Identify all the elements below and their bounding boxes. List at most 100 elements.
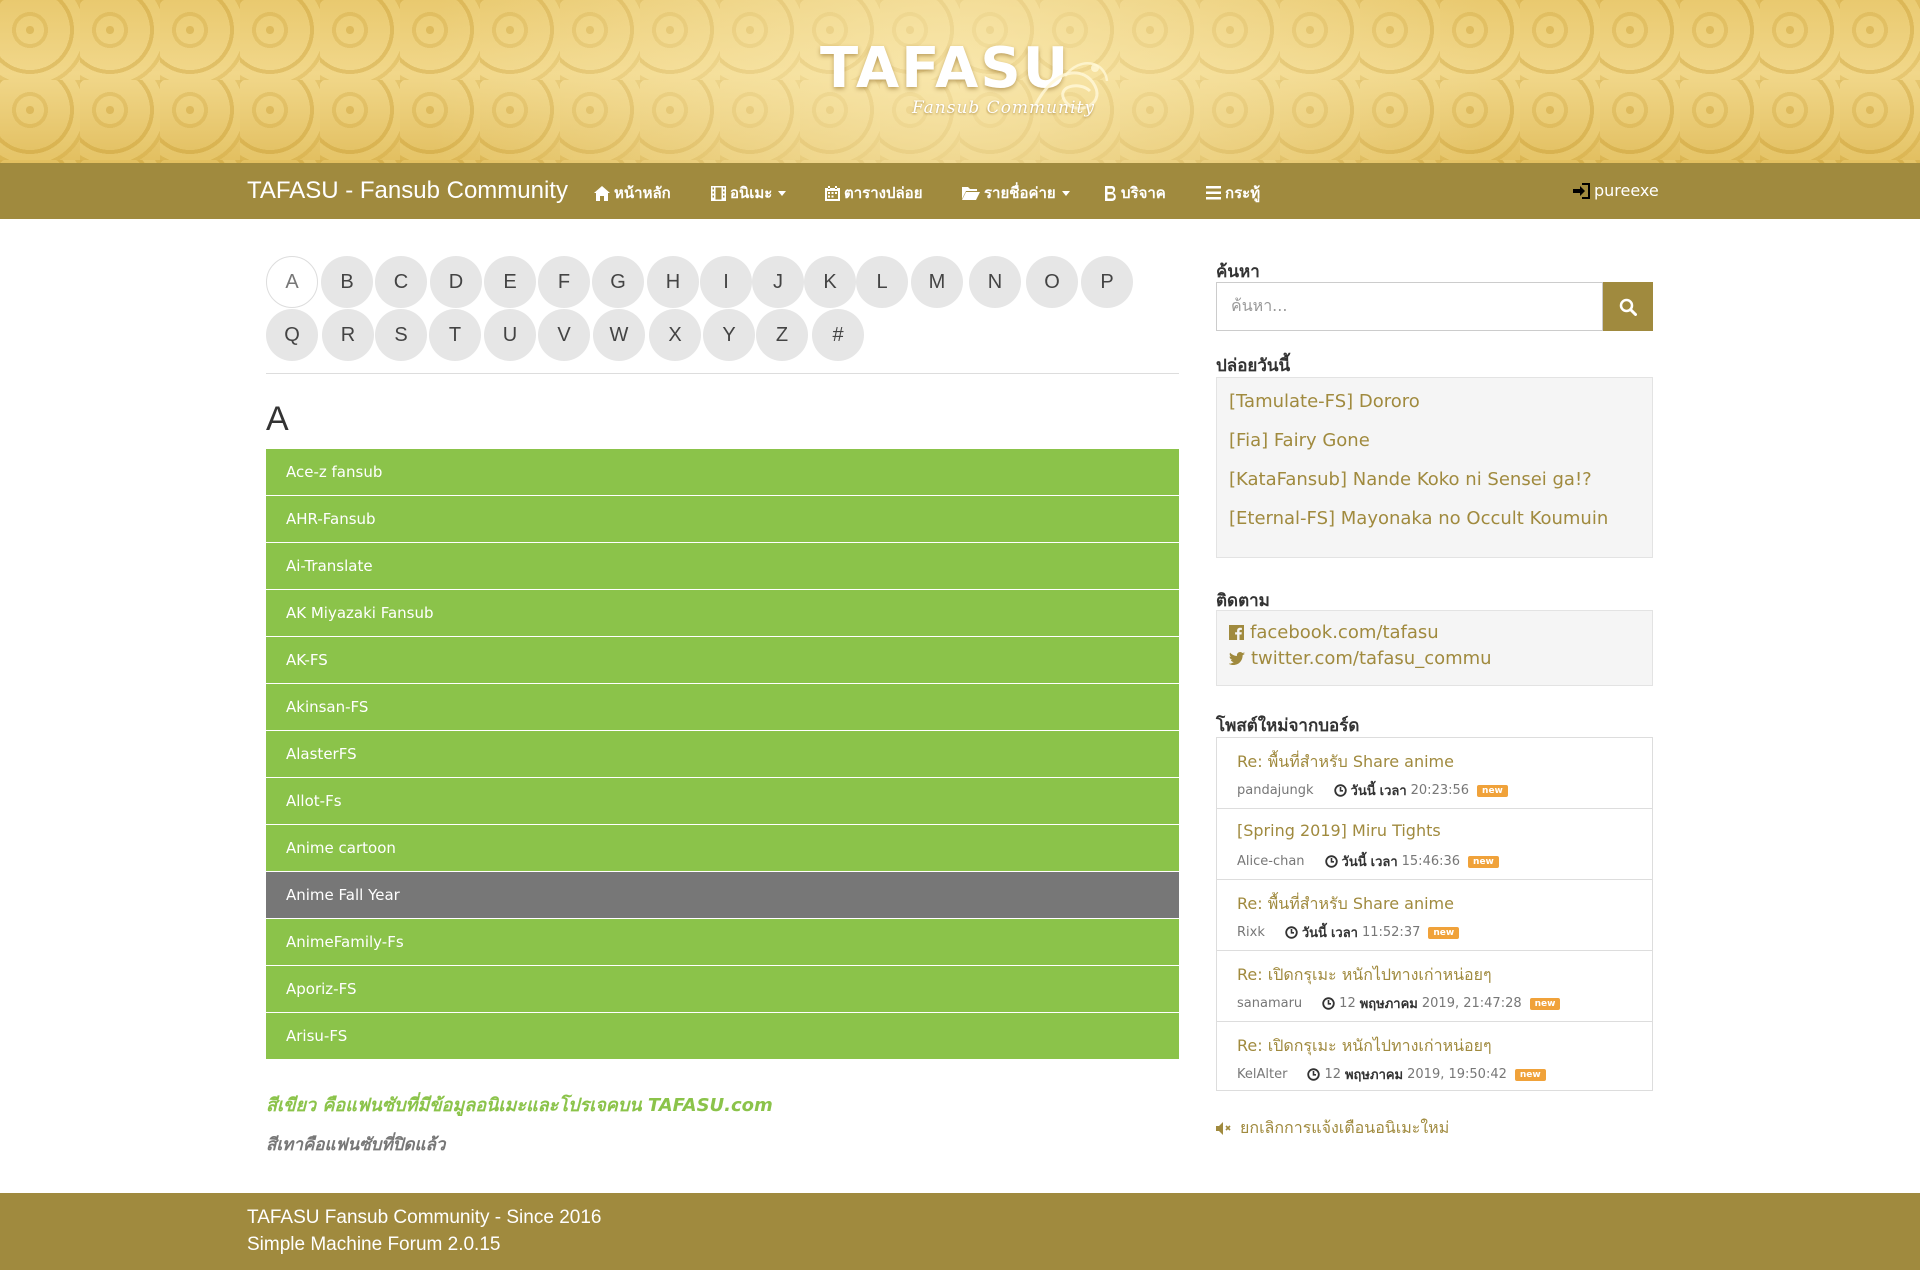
nav-donate[interactable]: บริจาค bbox=[1104, 181, 1166, 205]
navbar: TAFASU - Fansub Community หน้าหลัก อนิเม… bbox=[0, 163, 1920, 219]
letter-m[interactable]: M bbox=[911, 256, 963, 308]
post-meta: sanamaru 12 พฤษภาคม 2019, 21:47:28 new bbox=[1237, 993, 1561, 1014]
post-time: วันนี้ เวลา 20:23:56 new bbox=[1333, 780, 1508, 801]
letter-n[interactable]: N bbox=[969, 256, 1021, 308]
search-heading: ค้นหา bbox=[1216, 262, 1260, 282]
letter-w[interactable]: W bbox=[593, 309, 645, 361]
clock-icon bbox=[1322, 997, 1335, 1010]
post-author[interactable]: sanamaru bbox=[1237, 996, 1302, 1011]
list-item[interactable]: AK Miyazaki Fansub bbox=[266, 590, 1179, 637]
post-title-link[interactable]: Re: เปิดกรุเมะ หนักไปทางเก่าหน่อยๆ bbox=[1237, 1034, 1492, 1059]
post-title-link[interactable]: [Spring 2019] Miru Tights bbox=[1237, 821, 1441, 840]
mute-notifications-link[interactable]: ยกเลิกการแจ้งเตือนอนิเมะใหม่ bbox=[1216, 1116, 1449, 1141]
post-item: Re: เปิดกรุเมะ หนักไปทางเก่าหน่อยๆ KelAl… bbox=[1217, 1022, 1652, 1093]
list-item[interactable]: Ace-z fansub bbox=[266, 449, 1179, 496]
header-banner: TAFASU Fansub Community bbox=[0, 0, 1920, 163]
letter-d[interactable]: D bbox=[430, 256, 482, 308]
release-link[interactable]: [Fia] Fairy Gone bbox=[1229, 430, 1370, 451]
clock-icon bbox=[1333, 784, 1347, 797]
letter-hash[interactable]: # bbox=[812, 309, 864, 361]
post-date-prefix: วันนี้ bbox=[1350, 784, 1376, 799]
letter-r[interactable]: R bbox=[322, 309, 374, 361]
post-date-word: พฤษภาคม bbox=[1359, 997, 1418, 1012]
footer-line-1: TAFASU Fansub Community - Since 2016 bbox=[247, 1207, 602, 1228]
calendar-icon bbox=[825, 185, 840, 201]
nav-home[interactable]: หน้าหลัก bbox=[594, 181, 671, 205]
letter-s[interactable]: S bbox=[375, 309, 427, 361]
nav-groups[interactable]: รายชื่อค่าย bbox=[962, 181, 1070, 205]
letter-i[interactable]: I bbox=[700, 256, 752, 308]
letter-l[interactable]: L bbox=[856, 256, 908, 308]
letter-a[interactable]: A bbox=[266, 256, 318, 308]
nav-schedule[interactable]: ตารางปล่อย bbox=[825, 181, 922, 205]
user-login-link[interactable]: pureexe bbox=[1573, 181, 1659, 200]
post-time: วันนี้ เวลา 15:46:36 new bbox=[1324, 851, 1499, 872]
letter-z[interactable]: Z bbox=[756, 309, 808, 361]
post-author[interactable]: Rixk bbox=[1237, 925, 1265, 940]
post-author[interactable]: pandajungk bbox=[1237, 783, 1314, 798]
nav-forum[interactable]: กระทู้ bbox=[1206, 181, 1260, 205]
letter-o[interactable]: O bbox=[1026, 256, 1078, 308]
site-logo[interactable]: TAFASU Fansub Community bbox=[820, 36, 1120, 136]
post-time: วันนี้ เวลา 11:52:37 new bbox=[1285, 922, 1460, 943]
chevron-down-icon bbox=[778, 190, 787, 196]
post-item: Re: พื้นที่สำหรับ Share anime pandajungk… bbox=[1217, 738, 1652, 809]
post-time: 12 พฤษภาคม 2019, 19:50:42 new bbox=[1307, 1064, 1546, 1085]
letter-j[interactable]: J bbox=[752, 256, 804, 308]
post-title-link[interactable]: Re: พื้นที่สำหรับ Share anime bbox=[1237, 750, 1454, 775]
post-title-link[interactable]: Re: พื้นที่สำหรับ Share anime bbox=[1237, 892, 1454, 917]
letter-t[interactable]: T bbox=[429, 309, 481, 361]
post-item: Re: เปิดกรุเมะ หนักไปทางเก่าหน่อยๆ sanam… bbox=[1217, 951, 1652, 1022]
new-badge: new bbox=[1514, 1068, 1546, 1081]
post-date-word: เวลา bbox=[1370, 855, 1398, 870]
letter-e[interactable]: E bbox=[484, 256, 536, 308]
list-item[interactable]: Aporiz-FS bbox=[266, 966, 1179, 1013]
footer-line-2: Simple Machine Forum 2.0.15 bbox=[247, 1234, 501, 1255]
post-author[interactable]: KelAlter bbox=[1237, 1067, 1287, 1082]
list-item-closed[interactable]: Anime Fall Year bbox=[266, 872, 1179, 919]
letter-h[interactable]: H bbox=[647, 256, 699, 308]
list-item[interactable]: Akinsan-FS bbox=[266, 684, 1179, 731]
facebook-icon bbox=[1229, 625, 1244, 640]
letter-q[interactable]: Q bbox=[266, 309, 318, 361]
letter-g[interactable]: G bbox=[592, 256, 644, 308]
letter-v[interactable]: V bbox=[538, 309, 590, 361]
list-item[interactable]: AHR-Fansub bbox=[266, 496, 1179, 543]
letter-c[interactable]: C bbox=[375, 256, 427, 308]
facebook-label: facebook.com/tafasu bbox=[1250, 622, 1439, 643]
post-date-prefix: 12 bbox=[1339, 996, 1356, 1011]
list-item[interactable]: AnimeFamily-Fs bbox=[266, 919, 1179, 966]
twitter-link[interactable]: twitter.com/tafasu_commu bbox=[1229, 648, 1492, 669]
post-author[interactable]: Alice-chan bbox=[1237, 854, 1305, 869]
list-item[interactable]: Anime cartoon bbox=[266, 825, 1179, 872]
facebook-link[interactable]: facebook.com/tafasu bbox=[1229, 622, 1439, 643]
release-link[interactable]: [Tamulate-FS] Dororo bbox=[1229, 391, 1420, 412]
list-item[interactable]: Ai-Translate bbox=[266, 543, 1179, 590]
posts-heading: โพสต์ใหม่จากบอร์ด bbox=[1216, 716, 1360, 736]
letter-f[interactable]: F bbox=[538, 256, 590, 308]
twitter-icon bbox=[1229, 652, 1245, 665]
list-item[interactable]: Allot-Fs bbox=[266, 778, 1179, 825]
post-time-value: 15:46:36 bbox=[1401, 854, 1461, 869]
post-title-link[interactable]: Re: เปิดกรุเมะ หนักไปทางเก่าหน่อยๆ bbox=[1237, 963, 1492, 988]
letter-y[interactable]: Y bbox=[703, 309, 755, 361]
release-link[interactable]: [Eternal-FS] Mayonaka no Occult Koumuin bbox=[1229, 508, 1608, 529]
release-link[interactable]: [KataFansub] Nande Koko ni Sensei ga!? bbox=[1229, 469, 1592, 490]
letter-x[interactable]: X bbox=[649, 309, 701, 361]
list-item[interactable]: Arisu-FS bbox=[266, 1013, 1179, 1060]
nav-schedule-label: ตารางปล่อย bbox=[844, 184, 923, 202]
search-button[interactable] bbox=[1603, 282, 1653, 331]
nav-anime[interactable]: อนิเมะ bbox=[711, 181, 787, 205]
navbar-brand[interactable]: TAFASU - Fansub Community bbox=[247, 177, 568, 205]
new-badge: new bbox=[1428, 926, 1460, 939]
nav-groups-label: รายชื่อค่าย bbox=[984, 184, 1056, 202]
letter-k[interactable]: K bbox=[804, 256, 856, 308]
letter-p[interactable]: P bbox=[1081, 256, 1133, 308]
list-item[interactable]: AK-FS bbox=[266, 637, 1179, 684]
letter-u[interactable]: U bbox=[484, 309, 536, 361]
search-input[interactable]: ค้นหา... bbox=[1216, 282, 1603, 331]
section-heading: A bbox=[266, 400, 289, 438]
list-item[interactable]: AlasterFS bbox=[266, 731, 1179, 778]
volume-off-icon bbox=[1216, 1122, 1231, 1135]
letter-b[interactable]: B bbox=[321, 256, 373, 308]
